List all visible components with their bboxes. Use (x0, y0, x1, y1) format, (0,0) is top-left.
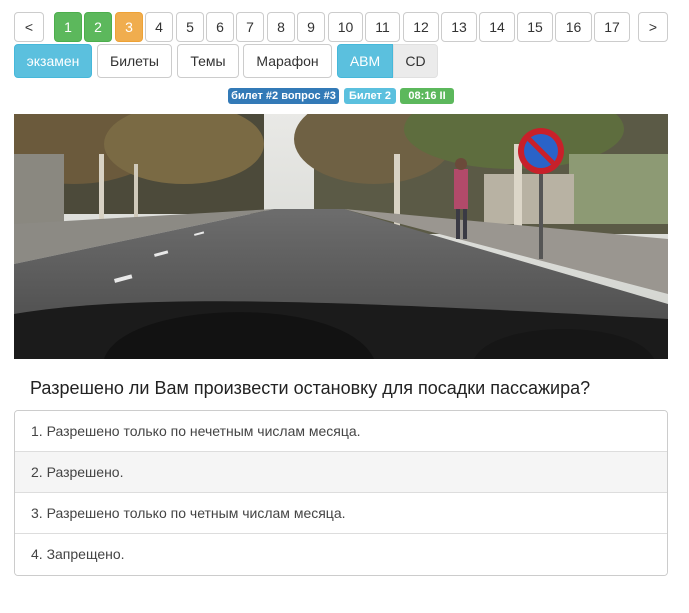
page-button-16[interactable]: 16 (555, 12, 592, 42)
next-page-button[interactable]: > (638, 12, 668, 42)
page-button-14[interactable]: 14 (479, 12, 515, 42)
page-button-10[interactable]: 10 (328, 12, 363, 42)
ticket-badge: Билет 2 (344, 88, 396, 104)
pagination: < 1 2 3 4 5 6 7 8 9 10 11 12 13 14 15 16… (14, 12, 668, 42)
answer-option-3[interactable]: 3. Разрешено только по четным числам мес… (15, 493, 667, 534)
category-abm-button[interactable]: ABM (337, 44, 393, 78)
answer-option-4[interactable]: 4. Запрещено. (15, 534, 667, 575)
page-button-13[interactable]: 13 (441, 12, 477, 42)
page-button-7[interactable]: 7 (236, 12, 264, 42)
page-button-2[interactable]: 2 (84, 12, 112, 42)
page-button-8[interactable]: 8 (267, 12, 295, 42)
page-button-3[interactable]: 3 (115, 12, 143, 42)
page-button-12[interactable]: 12 (403, 12, 439, 42)
marathon-button[interactable]: Марафон (243, 44, 332, 78)
topics-button[interactable]: Темы (177, 44, 239, 78)
page-button-4[interactable]: 4 (145, 12, 173, 42)
question-image (14, 114, 668, 359)
ticket-question-badge: билет #2 вопрос #3 (228, 88, 339, 104)
page-button-6[interactable]: 6 (206, 12, 234, 42)
answer-list: 1. Разрешено только по нечетным числам м… (14, 410, 668, 576)
page-button-5[interactable]: 5 (176, 12, 204, 42)
page-button-15[interactable]: 15 (517, 12, 553, 42)
category-cd-button[interactable]: CD (393, 44, 438, 78)
page-button-17[interactable]: 17 (594, 12, 630, 42)
prev-page-button[interactable]: < (14, 12, 44, 42)
page-button-11[interactable]: 11 (365, 12, 400, 42)
tickets-button[interactable]: Билеты (97, 44, 172, 78)
answer-option-2[interactable]: 2. Разрешено. (15, 452, 667, 493)
answer-option-1[interactable]: 1. Разрешено только по нечетным числам м… (15, 411, 667, 452)
page-button-9[interactable]: 9 (297, 12, 325, 42)
exam-button[interactable]: экзамен (14, 44, 92, 78)
timer-badge[interactable]: 08:16 II (400, 88, 454, 104)
page-button-1[interactable]: 1 (54, 12, 82, 42)
question-text: Разрешено ли Вам произвести остановку дл… (30, 378, 591, 398)
